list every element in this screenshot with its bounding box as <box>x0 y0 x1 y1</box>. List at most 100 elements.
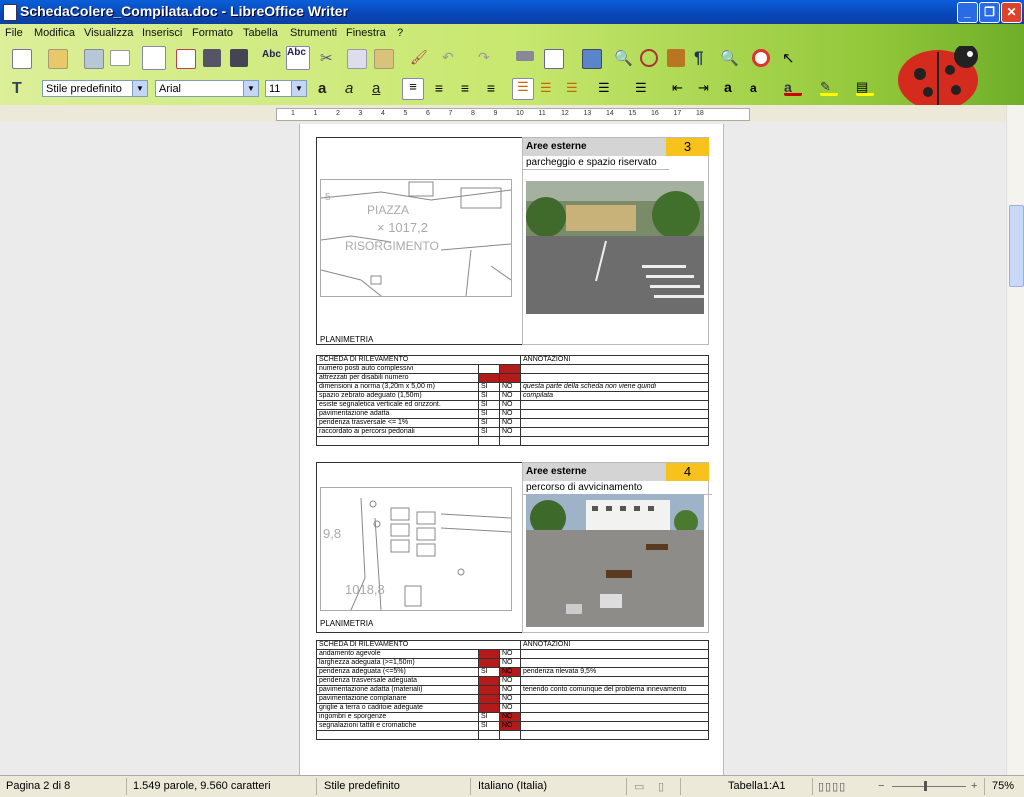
no-cell[interactable]: NO <box>499 694 521 704</box>
edit-mode-icon[interactable] <box>142 46 166 70</box>
no-cell[interactable]: NO <box>499 667 521 677</box>
autospellcheck-icon[interactable]: Abc <box>286 46 310 70</box>
scroll-thumb[interactable] <box>1009 205 1024 287</box>
language[interactable]: Italiano (Italia) <box>478 780 547 792</box>
zoom-level[interactable]: 75% <box>992 780 1014 792</box>
print-icon[interactable] <box>203 49 221 67</box>
bold-icon[interactable]: a <box>318 80 336 98</box>
font-size-select[interactable]: 11 ▼ <box>265 80 307 97</box>
menu-tabella[interactable]: Tabella <box>243 27 278 39</box>
export-pdf-icon[interactable] <box>176 49 196 69</box>
print-preview-icon[interactable] <box>230 49 248 67</box>
help-icon[interactable] <box>752 49 770 67</box>
menu-visualizza[interactable]: Visualizza <box>84 27 133 39</box>
redo-icon[interactable]: ↷ <box>478 49 496 67</box>
si-cell[interactable]: SI <box>478 427 500 437</box>
italic-icon[interactable]: a <box>345 80 363 98</box>
no-cell[interactable]: NO <box>499 427 521 437</box>
align-right-icon[interactable]: ≡ <box>456 80 474 98</box>
no-cell[interactable]: NO <box>499 685 521 695</box>
minimize-button[interactable]: _ <box>957 2 978 23</box>
paste-icon[interactable] <box>374 49 394 69</box>
zoom-in-icon[interactable]: + <box>971 780 977 792</box>
menu-inserisci[interactable]: Inserisci <box>142 27 182 39</box>
menu-strumenti[interactable]: Strumenti <box>290 27 337 39</box>
paragraph-style-select[interactable]: Stile predefinito ▼ <box>42 80 148 97</box>
si-cell[interactable]: SI <box>478 400 500 410</box>
undo-icon[interactable]: ↶ <box>442 49 460 67</box>
no-cell[interactable]: NO <box>499 721 521 731</box>
menu-help[interactable]: ? <box>397 27 403 39</box>
justify-icon[interactable]: ≡ <box>482 80 500 98</box>
menu-modifica[interactable]: Modifica <box>34 27 75 39</box>
numbering-icon[interactable]: ☰ <box>598 80 616 98</box>
si-cell[interactable]: SI <box>478 712 500 722</box>
decrease-font-icon[interactable]: a <box>750 81 768 99</box>
menu-file[interactable]: File <box>5 27 23 39</box>
si-cell[interactable] <box>478 364 500 374</box>
decrease-indent-icon[interactable]: ⇤ <box>672 80 690 98</box>
spacing-2-icon[interactable]: ☰ <box>566 80 584 98</box>
formatting-marks-icon[interactable]: ¶ <box>694 48 712 67</box>
find-replace-icon[interactable]: 🔍 <box>614 49 633 67</box>
zoom-out-icon[interactable]: − <box>878 780 884 792</box>
background-color-icon[interactable]: ▤ <box>856 79 874 96</box>
no-cell[interactable]: NO <box>499 418 521 428</box>
no-cell[interactable]: NO <box>499 409 521 419</box>
spellcheck-icon[interactable]: Abc <box>262 49 281 67</box>
increase-indent-icon[interactable]: ⇥ <box>698 80 716 98</box>
maximize-button[interactable]: ❐ <box>979 2 1000 23</box>
open-folder-icon[interactable] <box>48 49 68 69</box>
horizontal-ruler[interactable]: 1 1 2 3 4 5 6 7 8 9 10 11 12 13 14 15 16 17 18 <box>276 108 750 121</box>
hyperlink-icon[interactable] <box>516 51 534 61</box>
line-spacing-icon[interactable]: ☰ <box>512 78 534 100</box>
styles-formatting-icon[interactable]: T <box>12 80 30 98</box>
si-cell[interactable]: SI <box>478 391 500 401</box>
zoom-slider-handle[interactable] <box>924 781 927 791</box>
copy-icon[interactable] <box>347 49 367 69</box>
zoom-icon[interactable]: 🔍 <box>720 49 739 67</box>
increase-font-icon[interactable]: a <box>724 79 742 97</box>
zoom-slider[interactable] <box>892 786 966 787</box>
si-cell[interactable]: SI <box>478 418 500 428</box>
clone-formatting-icon[interactable]: 🖌 <box>410 49 428 67</box>
whats-this-icon[interactable]: ↖ <box>782 49 800 67</box>
view-layout-icon[interactable]: ▯▯▯▯ <box>818 780 846 793</box>
no-cell[interactable]: NO <box>499 400 521 410</box>
highlight-icon[interactable]: ✎ <box>820 79 838 96</box>
si-cell[interactable]: SI <box>478 667 500 677</box>
cut-icon[interactable]: ✂ <box>320 49 338 67</box>
close-button[interactable]: ✕ <box>1001 2 1022 23</box>
si-cell[interactable] <box>478 694 500 704</box>
si-cell[interactable] <box>478 373 500 383</box>
menu-finestra[interactable]: Finestra <box>346 27 386 39</box>
gallery-icon[interactable] <box>667 49 685 67</box>
align-center-icon[interactable]: ≡ <box>430 80 448 98</box>
table-icon[interactable] <box>544 49 564 69</box>
bullets-icon[interactable]: ☰ <box>635 80 653 98</box>
font-color-icon[interactable]: a <box>784 79 802 96</box>
no-cell[interactable]: NO <box>499 676 521 686</box>
no-cell[interactable] <box>499 373 521 383</box>
si-cell[interactable] <box>478 649 500 659</box>
save-icon[interactable] <box>84 49 104 69</box>
no-cell[interactable]: NO <box>499 391 521 401</box>
show-draw-functions-icon[interactable] <box>582 49 602 69</box>
vertical-scrollbar[interactable] <box>1006 105 1024 775</box>
si-cell[interactable] <box>478 685 500 695</box>
no-cell[interactable]: NO <box>499 703 521 713</box>
si-cell[interactable]: SI <box>478 409 500 419</box>
align-left-icon[interactable]: ≡ <box>402 78 424 100</box>
si-cell[interactable] <box>478 658 500 668</box>
si-cell[interactable]: SI <box>478 382 500 392</box>
no-cell[interactable]: NO <box>499 649 521 659</box>
underline-icon[interactable]: a <box>372 80 390 98</box>
si-cell[interactable] <box>478 676 500 686</box>
menu-formato[interactable]: Formato <box>192 27 233 39</box>
no-cell[interactable]: NO <box>499 712 521 722</box>
email-icon[interactable] <box>110 50 130 66</box>
font-name-select[interactable]: Arial ▼ <box>155 80 259 97</box>
document-page[interactable]: Aree esterne 3 parcheggio e spazio riser… <box>299 124 724 775</box>
new-document-icon[interactable] <box>12 49 32 69</box>
page-style[interactable]: Stile predefinito <box>324 780 400 792</box>
